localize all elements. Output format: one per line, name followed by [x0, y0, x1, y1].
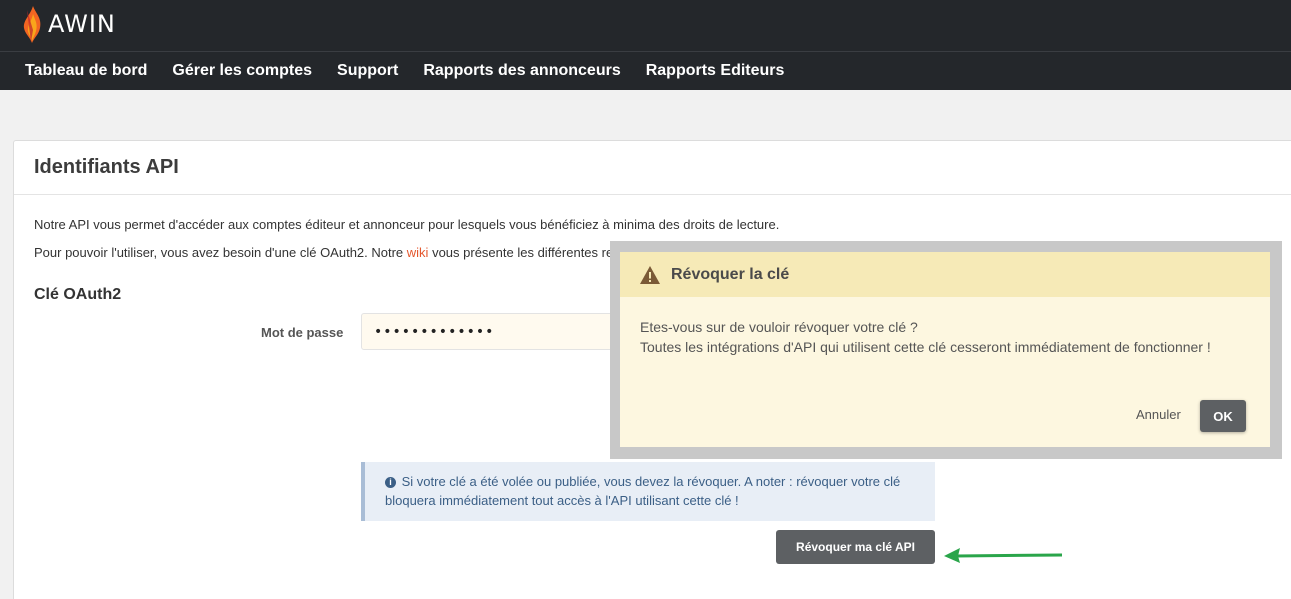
wiki-link[interactable]: wiki — [407, 245, 429, 260]
awin-flame-icon — [23, 6, 41, 43]
dialog-header: Révoquer la clé — [620, 252, 1270, 297]
revoke-key-dialog: Révoquer la clé Etes-vous sur de vouloir… — [620, 252, 1270, 447]
dialog-title: Révoquer la clé — [671, 265, 790, 283]
arrow-left-icon — [944, 548, 1063, 563]
intro-paragraph: Notre API vous permet d'accéder aux comp… — [34, 217, 780, 232]
nav-item-support[interactable]: Support — [337, 62, 398, 80]
info-alert: i Si votre clé a été volée ou publiée, v… — [361, 462, 935, 521]
logo-text: AWIN — [48, 10, 116, 38]
nav-item-rapports-editeurs[interactable]: Rapports Editeurs — [646, 62, 785, 80]
warning-triangle-icon — [640, 265, 660, 284]
password-field[interactable]: ••••••••••••• — [361, 313, 621, 350]
section-title-oauth2: Clé OAuth2 — [34, 286, 122, 303]
awin-logo[interactable]: AWIN — [22, 2, 116, 46]
ok-button[interactable]: OK — [1200, 400, 1246, 432]
password-label: Mot de passe — [261, 325, 344, 340]
cancel-button[interactable]: Annuler — [1136, 407, 1181, 422]
password-value: ••••••••••••• — [374, 323, 495, 340]
dialog-message-line2: Toutes les intégrations d'API qui utilis… — [640, 339, 1211, 355]
nav-item-tableau-de-bord[interactable]: Tableau de bord — [25, 62, 147, 80]
nav-item-gerer-les-comptes[interactable]: Gérer les comptes — [172, 62, 312, 80]
nav-item-rapports-annonceurs[interactable]: Rapports des annonceurs — [423, 62, 620, 80]
main-nav: Tableau de bord Gérer les comptes Suppor… — [0, 52, 1291, 90]
dialog-message: Etes-vous sur de vouloir révoquer votre … — [640, 317, 1240, 357]
oauth-text-before: Pour pouvoir l'utiliser, vous avez besoi… — [34, 245, 407, 260]
page-title: Identifiants API — [34, 156, 179, 178]
top-bar: AWIN — [0, 0, 1291, 52]
info-circle-icon: i — [385, 477, 396, 488]
card-header: Identifiants API — [14, 141, 1291, 195]
info-alert-text: Si votre clé a été volée ou publiée, vou… — [385, 474, 901, 508]
revoke-api-key-button[interactable]: Révoquer ma clé API — [776, 530, 935, 564]
dialog-message-line1: Etes-vous sur de vouloir révoquer votre … — [640, 319, 918, 335]
